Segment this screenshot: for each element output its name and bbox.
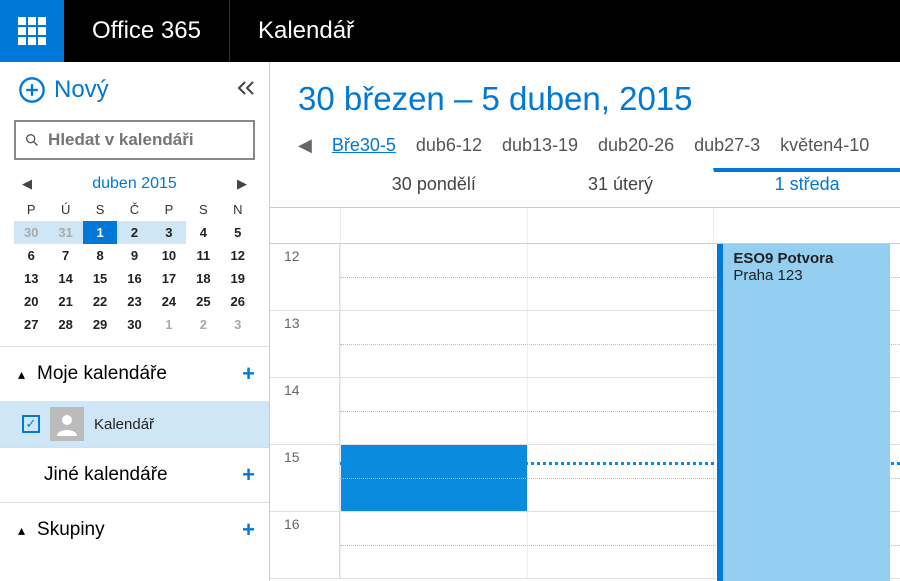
mini-day[interactable]: 12 — [221, 244, 255, 267]
mini-day[interactable]: 1 — [152, 313, 186, 336]
all-day-row[interactable] — [270, 208, 900, 244]
mini-day[interactable]: 22 — [83, 290, 117, 313]
mini-day[interactable]: 23 — [117, 290, 151, 313]
mini-day[interactable]: 24 — [152, 290, 186, 313]
calendar-checkbox[interactable]: ✓ — [22, 415, 40, 433]
section-other-calendars[interactable]: Jiné kalendáře — [44, 464, 168, 486]
time-grid[interactable]: 1213141516 ESO9 PotvoraPraha 123 — [270, 244, 900, 581]
mini-day[interactable]: 7 — [48, 244, 82, 267]
mini-day[interactable]: 3 — [221, 313, 255, 336]
mini-day[interactable]: 6 — [14, 244, 48, 267]
day-header[interactable]: 1 středa — [713, 168, 900, 207]
hour-label: 12 — [270, 244, 340, 310]
section-groups[interactable]: Skupiny — [37, 519, 105, 541]
mini-day[interactable]: 5 — [221, 221, 255, 244]
new-button[interactable]: Nový — [18, 76, 109, 104]
mini-day[interactable]: 8 — [83, 244, 117, 267]
hour-label: 14 — [270, 378, 340, 444]
collapse-sidebar-button[interactable] — [237, 81, 255, 100]
mini-prev-month[interactable]: ◀ — [22, 176, 32, 192]
add-my-calendar-button[interactable]: + — [242, 361, 255, 387]
mini-day[interactable]: 25 — [186, 290, 220, 313]
avatar — [50, 407, 84, 441]
section-my-calendars[interactable]: Moje kalendáře — [37, 363, 167, 385]
waffle-icon — [18, 17, 46, 45]
search-input[interactable] — [48, 130, 245, 150]
main-area: 30 březen – 5 duben, 2015 ◀ Bře30-5 dub6-… — [270, 62, 900, 581]
day-header[interactable]: 31 úterý — [527, 168, 714, 207]
chevron-double-left-icon — [237, 81, 255, 95]
mini-day[interactable]: 19 — [221, 267, 255, 290]
week-tab[interactable]: květen4-10 — [780, 135, 869, 156]
mini-dow: Č — [117, 198, 151, 221]
mini-day[interactable]: 3 — [152, 221, 186, 244]
mini-day[interactable]: 18 — [186, 267, 220, 290]
calendar-name: Kalendář — [94, 416, 154, 433]
mini-day[interactable]: 14 — [48, 267, 82, 290]
mini-day[interactable]: 27 — [14, 313, 48, 336]
mini-dow: S — [186, 198, 220, 221]
brand-label: Office 365 — [64, 17, 229, 45]
event-location: Praha 123 — [733, 267, 880, 284]
mini-day[interactable]: 1 — [83, 221, 117, 244]
search-icon — [24, 131, 40, 149]
add-other-calendar-button[interactable]: + — [242, 462, 255, 488]
mini-dow: S — [83, 198, 117, 221]
mini-day[interactable]: 2 — [186, 313, 220, 336]
mini-day[interactable]: 29 — [83, 313, 117, 336]
mini-day[interactable]: 17 — [152, 267, 186, 290]
mini-calendar: ◀ duben 2015 ▶ PÚSČPSN 30311234567891011… — [0, 170, 269, 346]
mini-month-label[interactable]: duben 2015 — [92, 175, 177, 193]
app-title: Kalendář — [230, 17, 382, 45]
mini-day[interactable]: 26 — [221, 290, 255, 313]
new-label: Nový — [54, 76, 109, 104]
mini-day[interactable]: 16 — [117, 267, 151, 290]
mini-day[interactable]: 20 — [14, 290, 48, 313]
mini-day[interactable]: 9 — [117, 244, 151, 267]
app-launcher-button[interactable] — [0, 0, 64, 62]
mini-day[interactable]: 13 — [14, 267, 48, 290]
mini-day[interactable]: 21 — [48, 290, 82, 313]
mini-dow: Ú — [48, 198, 82, 221]
mini-day[interactable]: 10 — [152, 244, 186, 267]
mini-dow: P — [152, 198, 186, 221]
mini-day[interactable]: 4 — [186, 221, 220, 244]
mini-day[interactable]: 11 — [186, 244, 220, 267]
chevron-up-icon[interactable]: ▴ — [18, 366, 25, 383]
week-tab[interactable]: dub20-26 — [598, 135, 674, 156]
chevron-up-icon[interactable]: ▴ — [18, 522, 25, 539]
week-tab[interactable]: dub6-12 — [416, 135, 482, 156]
mini-day[interactable]: 30 — [14, 221, 48, 244]
mini-day[interactable]: 2 — [117, 221, 151, 244]
add-group-button[interactable]: + — [242, 517, 255, 543]
mini-dow: N — [221, 198, 255, 221]
hour-label: 15 — [270, 445, 340, 511]
mini-dow: P — [14, 198, 48, 221]
week-tab[interactable]: dub27-3 — [694, 135, 760, 156]
week-tab[interactable]: Bře30-5 — [332, 135, 396, 156]
search-input-wrapper[interactable] — [14, 120, 255, 160]
date-range-title: 30 březen – 5 duben, 2015 — [298, 80, 900, 118]
calendar-event[interactable]: ESO9 PotvoraPraha 123 — [717, 244, 890, 581]
week-tab[interactable]: dub13-19 — [502, 135, 578, 156]
sidebar: Nový ◀ duben 2015 ▶ PÚSČPSN 303112345678… — [0, 62, 270, 581]
person-icon — [55, 412, 79, 436]
mini-day[interactable]: 15 — [83, 267, 117, 290]
plus-circle-icon — [18, 76, 46, 104]
mini-day[interactable]: 31 — [48, 221, 82, 244]
mini-day[interactable]: 28 — [48, 313, 82, 336]
event-title: ESO9 Potvora — [733, 250, 880, 267]
mini-day[interactable]: 30 — [117, 313, 151, 336]
mini-next-month[interactable]: ▶ — [237, 176, 247, 192]
hour-label: 16 — [270, 512, 340, 578]
prev-week-button[interactable]: ◀ — [298, 135, 312, 156]
day-header[interactable]: 30 pondělí — [340, 168, 527, 207]
hour-label: 13 — [270, 311, 340, 377]
calendar-list-item[interactable]: ✓ Kalendář — [0, 401, 269, 447]
